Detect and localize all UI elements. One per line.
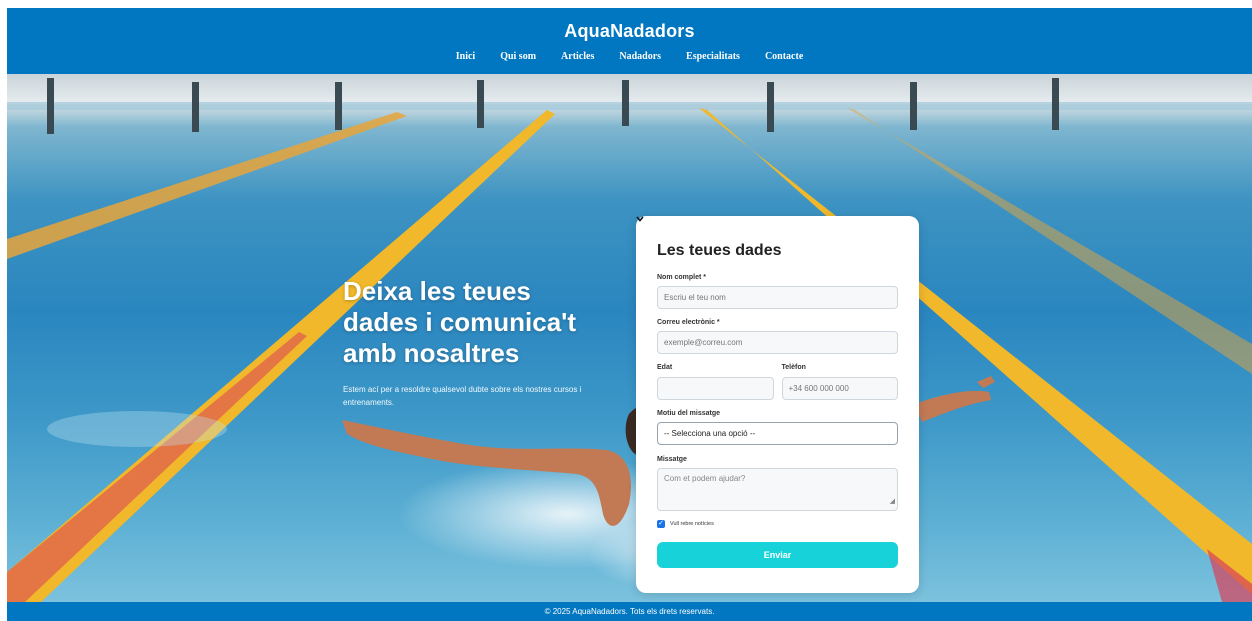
page-frame: AquaNadadors Inici Qui som Articles Nada… bbox=[7, 8, 1252, 621]
newsletter-label: Vull rebre notícies bbox=[670, 521, 714, 527]
resize-handle-icon[interactable]: ◢ bbox=[890, 495, 895, 509]
reason-select[interactable]: -- Selecciona una opció -- bbox=[636, 216, 898, 445]
chevron-down-icon bbox=[636, 216, 644, 222]
nav-link-nadadors[interactable]: Nadadors bbox=[607, 51, 674, 62]
age-phone-row: Edat Telèfon bbox=[657, 364, 898, 400]
nav-link-qui-som[interactable]: Qui som bbox=[488, 51, 549, 62]
hero-title: Deixa les teues dades i comunica't amb n… bbox=[343, 276, 577, 368]
message-label: Missatge bbox=[657, 456, 687, 463]
phone-group: Telèfon bbox=[781, 364, 898, 400]
reason-selected-value: -- Selecciona una opció -- bbox=[664, 429, 756, 438]
message-placeholder: Com et podem ajudar? bbox=[664, 474, 746, 483]
site-header: AquaNadadors Inici Qui som Articles Nada… bbox=[7, 8, 1252, 74]
reason-label: Motiu del missatge bbox=[657, 410, 721, 417]
submit-button[interactable]: Enviar bbox=[657, 542, 898, 568]
message-textarea[interactable]: Com et podem ajudar? ◢ bbox=[657, 468, 898, 511]
newsletter-row: ✓ Vull rebre notícies bbox=[657, 520, 898, 528]
hero-subtitle: Estem ací per a resoldre qualsevol dubte… bbox=[343, 385, 582, 407]
pool-background-image bbox=[7, 74, 1252, 602]
main-nav: Inici Qui som Articles Nadadors Especial… bbox=[7, 51, 1252, 62]
email-label: Correu electrònic * bbox=[657, 319, 720, 326]
age-input[interactable] bbox=[657, 377, 774, 400]
site-footer: © 2025 AquaNadadors. Tots els drets rese… bbox=[7, 602, 1252, 621]
nav-link-especialitats[interactable]: Especialitats bbox=[674, 51, 753, 62]
age-label: Edat bbox=[657, 364, 673, 371]
newsletter-checkbox[interactable]: ✓ bbox=[657, 520, 665, 528]
name-label: Nom complet * bbox=[657, 274, 707, 281]
name-input[interactable] bbox=[657, 286, 898, 309]
nav-link-inici[interactable]: Inici bbox=[443, 51, 487, 62]
hero-section: Deixa les teues dades i comunica't amb n… bbox=[7, 74, 1252, 602]
check-icon: ✓ bbox=[658, 520, 664, 527]
email-input[interactable] bbox=[657, 331, 898, 354]
contact-form-card: Les teues dades Nom complet * Correu ele… bbox=[636, 216, 919, 593]
phone-label: Telèfon bbox=[781, 364, 806, 371]
age-group: Edat bbox=[657, 364, 774, 400]
hero-text-block: Deixa les teues dades i comunica't amb n… bbox=[343, 276, 613, 409]
brand-logo[interactable]: AquaNadadors bbox=[7, 21, 1252, 42]
nav-link-contacte[interactable]: Contacte bbox=[752, 51, 815, 62]
phone-input[interactable] bbox=[781, 377, 898, 400]
form-title: Les teues dades bbox=[657, 242, 782, 259]
nav-link-articles[interactable]: Articles bbox=[549, 51, 607, 62]
footer-copyright: © 2025 AquaNadadors. Tots els drets rese… bbox=[544, 607, 715, 616]
